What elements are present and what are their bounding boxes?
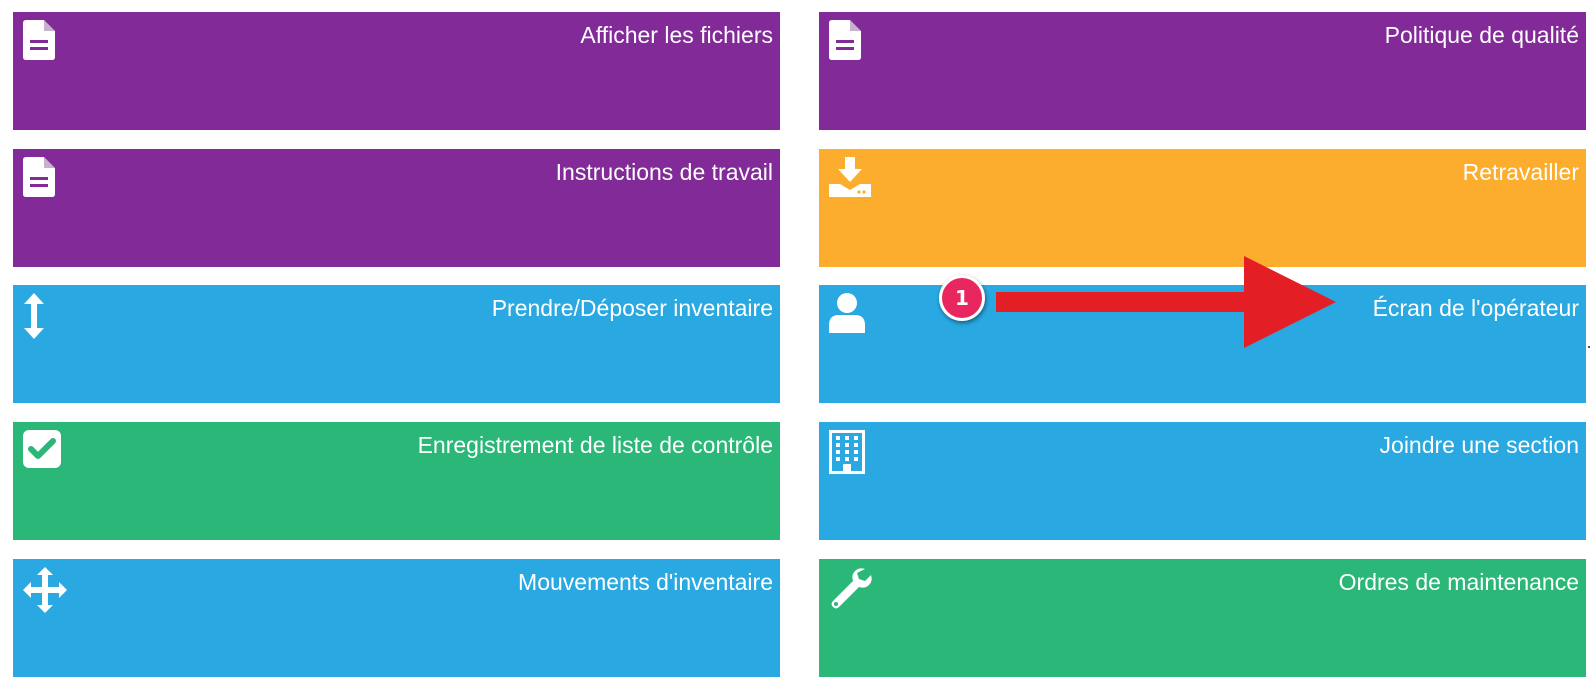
file-icon: [23, 20, 67, 66]
tile-afficher-les-fichiers[interactable]: Afficher les fichiers: [13, 12, 780, 130]
tile-ordres-de-maintenance[interactable]: Ordres de maintenance: [819, 559, 1586, 677]
tile-instructions-de-travail[interactable]: Instructions de travail: [13, 149, 780, 267]
tile-label: Mouvements d'inventaire: [518, 569, 773, 595]
tile-enregistrement-liste-de-controle[interactable]: Enregistrement de liste de contrôle: [13, 422, 780, 540]
file-icon: [23, 157, 67, 203]
tile-politique-de-qualite[interactable]: Politique de qualité: [819, 12, 1586, 130]
tile-dashboard: Afficher les fichiers Instructions de tr…: [0, 0, 1592, 687]
tile-label: Écran de l'opérateur: [1372, 295, 1579, 321]
stray-dot: [1588, 346, 1590, 348]
wrench-icon: [829, 567, 873, 613]
tile-retravailler[interactable]: Retravailler: [819, 149, 1586, 267]
annotation-arrow-icon: [996, 256, 1336, 348]
tile-label: Politique de qualité: [1384, 22, 1579, 48]
tile-label: Enregistrement de liste de contrôle: [417, 432, 773, 458]
tile-label: Retravailler: [1462, 159, 1579, 185]
tile-label: Ordres de maintenance: [1338, 569, 1579, 595]
vertical-arrows-icon: [23, 293, 67, 339]
building-icon: [829, 430, 873, 476]
file-icon: [829, 20, 873, 66]
move-arrows-icon: [23, 567, 67, 613]
tile-prendre-deposer-inventaire[interactable]: Prendre/Déposer inventaire: [13, 285, 780, 403]
user-icon: [829, 293, 873, 339]
tile-label: Prendre/Déposer inventaire: [491, 295, 773, 321]
tile-mouvements-inventaire[interactable]: Mouvements d'inventaire: [13, 559, 780, 677]
tile-label: Joindre une section: [1379, 432, 1579, 458]
tile-label: Afficher les fichiers: [580, 22, 773, 48]
tile-joindre-une-section[interactable]: Joindre une section: [819, 422, 1586, 540]
checkbox-icon: [23, 430, 67, 476]
download-tray-icon: [829, 157, 873, 203]
tile-label: Instructions de travail: [555, 159, 773, 185]
step-number-badge: 1: [939, 275, 985, 321]
